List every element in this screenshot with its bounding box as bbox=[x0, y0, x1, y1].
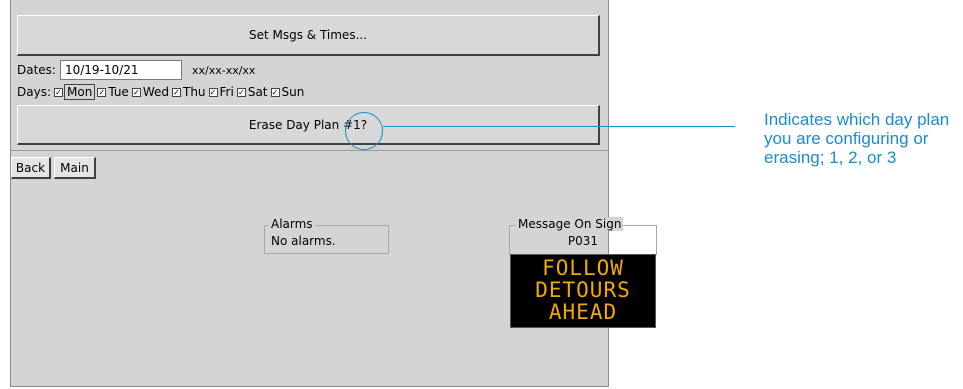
day-label: Thu bbox=[182, 85, 206, 99]
days-row: Days: ✓ Mon ✓ Tue ✓ Wed ✓ Thu ✓ Fri ✓ Sat ✓ Sun bbox=[17, 84, 305, 100]
dates-input[interactable]: 10/19-10/21 bbox=[59, 60, 182, 80]
main-button[interactable]: Main bbox=[54, 157, 96, 179]
checkbox-icon: ✓ bbox=[131, 87, 141, 97]
callout-annotation: Indicates which day plan you are configu… bbox=[764, 110, 950, 167]
message-code: P031 bbox=[567, 234, 599, 248]
checkbox-icon: ✓ bbox=[171, 87, 181, 97]
dates-row: Dates: 10/19-10/21 xx/xx-xx/xx bbox=[17, 59, 255, 81]
day-checkbox-fri[interactable]: ✓ Fri bbox=[208, 85, 234, 99]
day-checkbox-sat[interactable]: ✓ Sat bbox=[236, 85, 268, 99]
alarms-text: No alarms. bbox=[271, 234, 336, 248]
dates-label: Dates: bbox=[17, 63, 56, 77]
callout-line bbox=[383, 126, 735, 127]
sign-line-3: AHEAD bbox=[548, 300, 618, 324]
checkbox-icon: ✓ bbox=[97, 87, 107, 97]
highlight-circle bbox=[345, 112, 383, 150]
day-label: Mon bbox=[63, 84, 96, 100]
days-label: Days: bbox=[17, 85, 51, 99]
day-label: Sat bbox=[247, 85, 268, 99]
sign-line-2: DETOURS bbox=[535, 278, 631, 302]
day-label: Sun bbox=[281, 85, 305, 99]
day-label: Wed bbox=[142, 85, 169, 99]
message-on-sign-legend: Message On Sign bbox=[516, 217, 624, 231]
day-checkbox-thu[interactable]: ✓ Thu bbox=[171, 85, 206, 99]
day-checkbox-sun[interactable]: ✓ Sun bbox=[270, 85, 305, 99]
day-checkbox-tue[interactable]: ✓ Tue bbox=[97, 85, 129, 99]
dms-control-panel: Set Msgs & Times... Dates: 10/19-10/21 x… bbox=[10, 0, 657, 387]
sign-line-1: FOLLOW bbox=[542, 256, 624, 280]
checkbox-icon: ✓ bbox=[54, 87, 63, 97]
checkbox-icon: ✓ bbox=[270, 87, 280, 97]
day-label: Tue bbox=[108, 85, 129, 99]
erase-day-plan-button[interactable]: Erase Day Plan #1? bbox=[17, 105, 600, 145]
message-on-sign-group: Message On Sign P031 bbox=[509, 217, 657, 255]
back-button[interactable]: Back bbox=[11, 157, 51, 179]
alarms-legend: Alarms bbox=[269, 217, 315, 231]
day-checkbox-mon[interactable]: ✓ Mon bbox=[54, 84, 96, 100]
checkbox-icon: ✓ bbox=[208, 87, 218, 97]
day-plan-section: Set Msgs & Times... Dates: 10/19-10/21 x… bbox=[11, 0, 608, 151]
day-checkbox-wed[interactable]: ✓ Wed bbox=[131, 85, 169, 99]
day-label: Fri bbox=[219, 85, 234, 99]
dates-format-hint: xx/xx-xx/xx bbox=[191, 63, 256, 77]
checkbox-icon: ✓ bbox=[236, 87, 246, 97]
set-msgs-times-button[interactable]: Set Msgs & Times... bbox=[17, 15, 600, 56]
sign-display: FOLLOW DETOURS AHEAD bbox=[510, 254, 656, 328]
alarms-group: Alarms No alarms. bbox=[264, 217, 389, 254]
